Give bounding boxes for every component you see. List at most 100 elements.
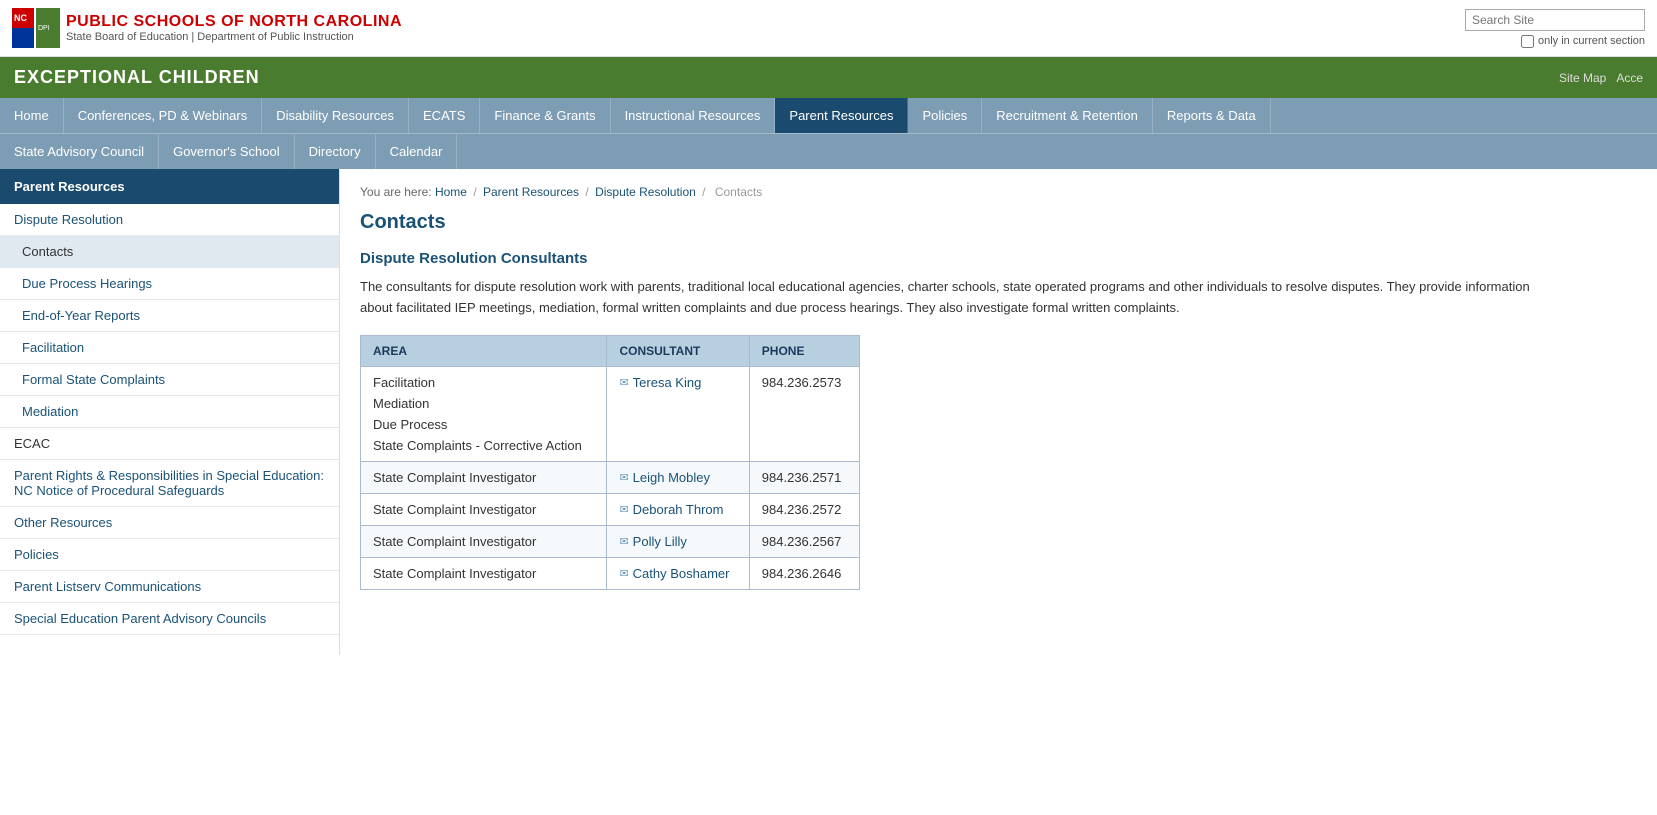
only-current-checkbox[interactable] [1521,35,1534,48]
header-right: only in current section [1465,9,1645,48]
phone-cell: 984.236.2646 [749,557,859,589]
sidebar-item-formal-complaints[interactable]: Formal State Complaints [0,364,339,395]
table-header-area: AREA [361,335,607,366]
sidebar-item-facilitation[interactable]: Facilitation [0,332,339,363]
nav-reports[interactable]: Reports & Data [1153,98,1271,133]
area-cell: State Complaint Investigator [361,493,607,525]
table-body: Facilitation Mediation Due Process State… [361,366,860,589]
email-icon: ✉ [619,376,628,389]
email-icon: ✉ [619,567,628,580]
svg-text:DPI: DPI [38,25,50,32]
breadcrumb-sep: / [702,185,705,199]
consultant-link[interactable]: ✉ Deborah Throm [619,502,736,517]
breadcrumb-sep: / [585,185,588,199]
area-cell: Facilitation Mediation Due Process State… [361,366,607,461]
phone-cell: 984.236.2572 [749,493,859,525]
sidebar: Parent Resources Dispute Resolution Cont… [0,169,340,655]
area-item: State Complaints - Corrective Action [373,438,594,453]
content-area: You are here: Home / Parent Resources / … [340,169,1657,655]
acce-link[interactable]: Acce [1616,71,1643,85]
sidebar-item-mediation[interactable]: Mediation [0,396,339,427]
breadcrumb-parent-resources[interactable]: Parent Resources [483,185,579,199]
banner: EXCEPTIONAL CHILDREN Site Map Acce [0,57,1657,98]
nav-ecats[interactable]: ECATS [409,98,480,133]
consultant-link[interactable]: ✉ Polly Lilly [619,534,736,549]
breadcrumb-dispute-resolution[interactable]: Dispute Resolution [595,185,696,199]
phone-cell: 984.236.2571 [749,461,859,493]
breadcrumb: You are here: Home / Parent Resources / … [360,185,1637,199]
table-row: Facilitation Mediation Due Process State… [361,366,860,461]
list-item: Other Resources [0,507,339,539]
nav-instructional[interactable]: Instructional Resources [611,98,776,133]
description: The consultants for dispute resolution w… [360,277,1560,319]
sidebar-nav: Dispute Resolution Contacts Due Process … [0,204,339,635]
nav-governors-school[interactable]: Governor's School [159,134,295,169]
second-nav: State Advisory Council Governor's School… [0,133,1657,169]
top-nav: Home Conferences, PD & Webinars Disabili… [0,98,1657,133]
area-lines: Facilitation Mediation Due Process State… [373,375,594,453]
only-current-section: only in current section [1521,35,1645,48]
consultant-cell: ✉ Cathy Boshamer [607,557,749,589]
svg-text:NC: NC [14,13,27,23]
nav-policies[interactable]: Policies [908,98,982,133]
list-item: Formal State Complaints [0,364,339,396]
nav-finance[interactable]: Finance & Grants [480,98,610,133]
nav-disability[interactable]: Disability Resources [262,98,409,133]
list-item: Dispute Resolution [0,204,339,236]
list-item: Parent Listserv Communications [0,571,339,603]
table-row: State Complaint Investigator ✉ Cathy Bos… [361,557,860,589]
table-row: State Complaint Investigator ✉ Polly Lil… [361,525,860,557]
phone-cell: 984.236.2567 [749,525,859,557]
consultant-cell: ✉ Polly Lilly [607,525,749,557]
header-title: PUBLIC SCHOOLS OF NORTH CAROLINA State B… [66,13,402,43]
site-map-link[interactable]: Site Map [1559,71,1606,85]
breadcrumb-current: Contacts [715,185,762,199]
nav-conferences[interactable]: Conferences, PD & Webinars [64,98,263,133]
consultant-link[interactable]: ✉ Cathy Boshamer [619,566,736,581]
sidebar-item-parent-rights[interactable]: Parent Rights & Responsibilities in Spec… [0,460,339,506]
list-item: End-of-Year Reports [0,300,339,332]
consultant-link[interactable]: ✉ Teresa King [619,375,736,390]
contacts-table: AREA CONSULTANT PHONE Facilitation Media… [360,335,860,590]
sidebar-item-contacts[interactable]: Contacts [0,236,339,267]
nav-state-advisory[interactable]: State Advisory Council [0,134,159,169]
sidebar-header: Parent Resources [0,169,339,204]
nav-directory[interactable]: Directory [295,134,376,169]
banner-title: EXCEPTIONAL CHILDREN [14,67,260,88]
consultant-link[interactable]: ✉ Leigh Mobley [619,470,736,485]
page-title: Contacts [360,211,1637,234]
nav-parent-resources[interactable]: Parent Resources [775,98,908,133]
sidebar-section-ecac: ECAC [0,428,339,460]
org-sub: State Board of Education | Department of… [66,31,402,43]
list-item: Contacts [0,236,339,268]
sidebar-item-advisory-councils[interactable]: Special Education Parent Advisory Counci… [0,603,339,634]
nav-calendar[interactable]: Calendar [376,134,458,169]
nav-recruitment[interactable]: Recruitment & Retention [982,98,1153,133]
sidebar-item-end-of-year[interactable]: End-of-Year Reports [0,300,339,331]
list-item: Parent Rights & Responsibilities in Spec… [0,460,339,507]
email-icon: ✉ [619,535,628,548]
search-input[interactable] [1465,9,1645,31]
sidebar-item-policies[interactable]: Policies [0,539,339,570]
consultant-cell: ✉ Teresa King [607,366,749,461]
list-item: Policies [0,539,339,571]
breadcrumb-home[interactable]: Home [435,185,467,199]
table-header-consultant: CONSULTANT [607,335,749,366]
main-content: Parent Resources Dispute Resolution Cont… [0,169,1657,655]
email-icon: ✉ [619,503,628,516]
email-icon: ✉ [619,471,628,484]
sidebar-item-other-resources[interactable]: Other Resources [0,507,339,538]
nav-home[interactable]: Home [0,98,64,133]
area-item: Facilitation [373,375,594,390]
breadcrumb-sep: / [473,185,476,199]
area-item: Due Process [373,417,594,432]
sidebar-item-due-process[interactable]: Due Process Hearings [0,268,339,299]
banner-links: Site Map Acce [1559,71,1643,85]
area-item: Mediation [373,396,594,411]
sidebar-item-listserv[interactable]: Parent Listserv Communications [0,571,339,602]
sidebar-item-dispute-resolution[interactable]: Dispute Resolution [0,204,339,235]
consultant-cell: ✉ Deborah Throm [607,493,749,525]
only-current-label: only in current section [1538,35,1645,47]
logo: NC DPI PUBLIC SCHOOLS OF NORTH CAROLINA … [12,8,402,48]
table-row: State Complaint Investigator ✉ Leigh Mob… [361,461,860,493]
